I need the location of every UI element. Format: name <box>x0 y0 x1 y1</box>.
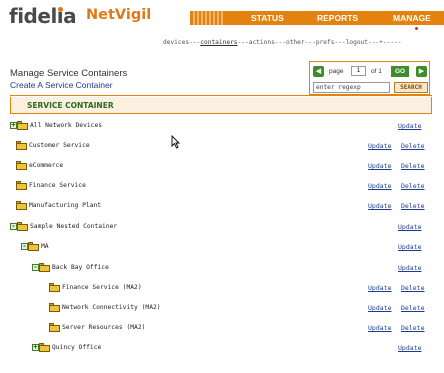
delete-link[interactable]: Delete <box>401 182 424 190</box>
container-name[interactable]: Manufacturing Plant <box>29 202 101 209</box>
subnav-devices[interactable]: devices <box>163 39 189 46</box>
folder-icon <box>49 283 61 292</box>
delete-link[interactable]: Delete <box>401 202 424 210</box>
collapse-icon[interactable]: - <box>32 264 39 271</box>
subnav-sep: --- <box>304 39 316 46</box>
fidelia-logo: fidelia <box>9 4 77 28</box>
container-name[interactable]: Back Bay Office <box>52 264 109 271</box>
folder-icon <box>39 343 51 352</box>
go-button[interactable]: GO <box>391 66 409 77</box>
tree-row: Manufacturing Plant Update Delete <box>0 200 444 212</box>
section-header: SERVICE CONTAINER <box>10 97 432 114</box>
folder-icon <box>16 201 28 210</box>
collapse-icon[interactable]: - <box>10 223 17 230</box>
subnav-sep: --- <box>189 39 201 46</box>
tree-row: - MA Update <box>0 241 444 253</box>
update-link[interactable]: Update <box>398 243 421 251</box>
page-count-label: of 1 <box>371 68 382 75</box>
search-input[interactable]: enter regexp <box>313 82 390 93</box>
section-top-rule <box>10 95 432 96</box>
container-name[interactable]: Network Connectivity (MA2) <box>62 304 161 311</box>
subnav-sep: --- <box>334 39 346 46</box>
collapse-icon[interactable]: - <box>21 243 28 250</box>
folder-icon <box>16 141 28 150</box>
tree-row: Network Connectivity (MA2) Update Delete <box>0 302 444 314</box>
tree-row: Finance Service Update Delete <box>0 180 444 192</box>
folder-icon <box>49 323 61 332</box>
container-name[interactable]: Server Resources (MA2) <box>62 324 145 331</box>
container-name[interactable]: All Network Devices <box>30 122 102 129</box>
page-label: page <box>329 68 344 75</box>
folder-icon <box>17 121 29 130</box>
subnav-logout[interactable]: logout <box>346 39 368 46</box>
tree-row: + All Network Devices Update <box>0 120 444 132</box>
update-link[interactable]: Update <box>368 202 391 210</box>
expand-icon[interactable]: + <box>10 122 17 129</box>
delete-link[interactable]: Delete <box>401 162 424 170</box>
update-link[interactable]: Update <box>368 284 391 292</box>
container-name[interactable]: MA <box>41 243 49 250</box>
tree-row: Finance Service (MA2) Update Delete <box>0 282 444 294</box>
container-name[interactable]: Sample Nested Container <box>30 223 117 230</box>
subnav-sep: --- <box>237 39 249 46</box>
subnav-prefs[interactable]: prefs <box>316 39 335 46</box>
tree-row: Customer Service Update Delete <box>0 140 444 152</box>
delete-link[interactable]: Delete <box>401 324 424 332</box>
delete-link[interactable]: Delete <box>401 284 424 292</box>
logo-dot <box>58 7 63 12</box>
folder-icon <box>49 303 61 312</box>
create-container-link[interactable]: Create A Service Container <box>10 80 113 90</box>
container-name[interactable]: Quincy Office <box>52 344 101 351</box>
container-name[interactable]: eCommerce <box>29 162 63 169</box>
folder-icon <box>28 242 40 251</box>
page-title: Manage Service Containers <box>10 68 128 79</box>
folder-icon <box>16 161 28 170</box>
container-name[interactable]: Finance Service (MA2) <box>62 284 142 291</box>
tree-row: Server Resources (MA2) Update Delete <box>0 322 444 334</box>
update-link[interactable]: Update <box>398 344 421 352</box>
arrow-left-icon[interactable]: ◀ <box>313 66 324 77</box>
top-nav-bar: STATUS REPORTS MANAGE <box>190 11 444 25</box>
search-button[interactable]: SEARCH <box>394 82 428 93</box>
delete-link[interactable]: Delete <box>401 304 424 312</box>
tree-row: - Sample Nested Container Update <box>0 221 444 233</box>
folder-icon <box>39 263 51 272</box>
expand-icon[interactable]: + <box>32 344 39 351</box>
nav-reports[interactable]: REPORTS <box>317 13 358 23</box>
active-nav-marker <box>415 27 418 30</box>
nav-status[interactable]: STATUS <box>251 13 284 23</box>
page-number-input[interactable]: 1 <box>351 66 366 76</box>
pager-search-box: ◀ page 1 of 1 GO ▶ enter regexp SEARCH <box>309 61 430 95</box>
subnav-sep: --- <box>274 39 286 46</box>
update-link[interactable]: Update <box>398 223 421 231</box>
netvigil-brand: NetVigil <box>86 7 152 23</box>
tree-row: - Back Bay Office Update <box>0 262 444 274</box>
update-link[interactable]: Update <box>368 324 391 332</box>
folder-icon <box>17 222 29 231</box>
container-name[interactable]: Finance Service <box>29 182 86 189</box>
update-link[interactable]: Update <box>398 122 421 130</box>
tree-row: eCommerce Update Delete <box>0 160 444 172</box>
nav-manage[interactable]: MANAGE <box>393 13 431 23</box>
update-link[interactable]: Update <box>368 304 391 312</box>
subnav-actions[interactable]: actions <box>249 39 275 46</box>
sub-navigation: devices---containers---actions---other--… <box>163 39 402 46</box>
subnav-other[interactable]: other <box>286 39 305 46</box>
folder-icon <box>16 181 28 190</box>
delete-link[interactable]: Delete <box>401 142 424 150</box>
subnav-containers[interactable]: containers <box>200 39 237 46</box>
mouse-cursor-icon <box>171 135 180 149</box>
update-link[interactable]: Update <box>368 162 391 170</box>
update-link[interactable]: Update <box>368 182 391 190</box>
update-link[interactable]: Update <box>398 264 421 272</box>
arrow-right-icon[interactable]: ▶ <box>416 66 427 77</box>
subnav-tail: ---+----- <box>368 39 402 46</box>
nav-stripes-decoration <box>190 11 223 25</box>
section-header-label: SERVICE CONTAINER <box>27 101 114 110</box>
update-link[interactable]: Update <box>368 142 391 150</box>
container-name[interactable]: Customer Service <box>29 142 90 149</box>
tree-row: + Quincy Office Update <box>0 342 444 354</box>
